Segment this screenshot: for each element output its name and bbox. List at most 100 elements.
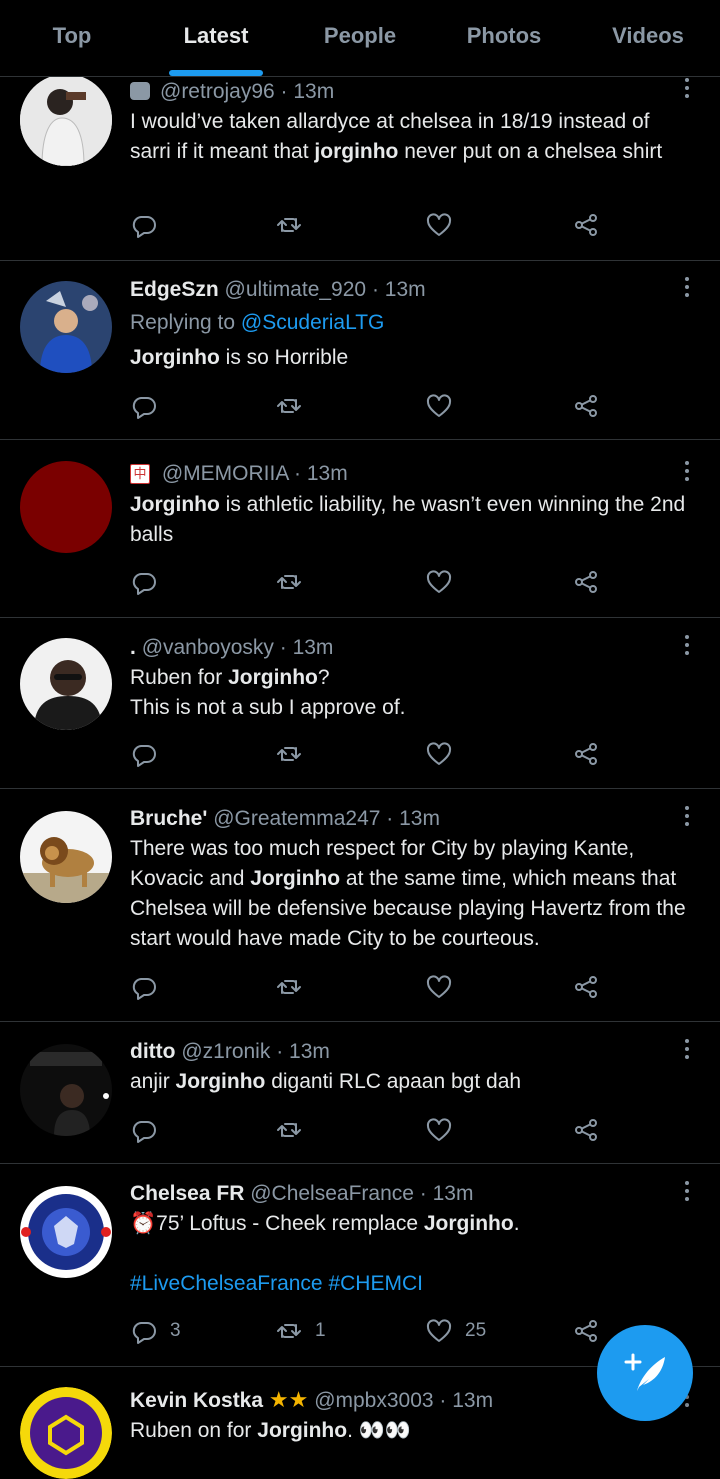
share-button[interactable] <box>572 739 600 769</box>
tweet-display-name[interactable]: Bruche' <box>130 807 207 830</box>
retweet-button[interactable] <box>275 210 303 240</box>
tweet-handle[interactable]: @retrojay96 <box>160 80 275 103</box>
avatar[interactable] <box>20 638 112 730</box>
star-icon: ★★ <box>268 1387 309 1412</box>
share-icon <box>575 743 597 765</box>
tweet[interactable]: Bruche' @Greatemma247 · 13m There was to… <box>0 789 720 1022</box>
like-button[interactable] <box>425 739 453 769</box>
heart-icon <box>426 570 452 593</box>
retweet-icon <box>277 218 301 232</box>
tweet[interactable]: @retrojay96 · 13m I would’ve taken allar… <box>0 60 720 261</box>
share-icon <box>575 395 597 417</box>
more-options-icon[interactable] <box>682 461 692 485</box>
reply-count: 3 <box>170 1320 181 1341</box>
more-options-icon[interactable] <box>682 806 692 830</box>
heart-icon <box>426 742 452 765</box>
retweet-button[interactable] <box>275 739 303 769</box>
tab-videos[interactable]: Videos <box>576 0 720 76</box>
more-options-icon[interactable] <box>682 277 692 301</box>
avatar[interactable] <box>20 461 112 553</box>
share-button[interactable] <box>572 567 600 597</box>
active-tab-indicator <box>169 70 263 76</box>
tweet-text: There was too much respect for City by p… <box>130 837 686 950</box>
tab-latest-label: Latest <box>183 23 249 48</box>
share-button[interactable] <box>572 1115 600 1145</box>
retweet-button[interactable] <box>275 567 303 597</box>
tweet-handle[interactable]: @mpbx3003 <box>314 1389 433 1412</box>
tweet-display-name[interactable]: Chelsea FR <box>130 1182 244 1205</box>
tweet-actions <box>130 210 610 240</box>
tweet-display-name[interactable]: EdgeSzn <box>130 278 219 301</box>
tweet-handle[interactable]: @vanboyosky <box>142 636 274 659</box>
retweet-icon <box>277 1123 301 1137</box>
reply-icon <box>132 1322 156 1344</box>
reply-button[interactable] <box>130 391 158 421</box>
like-button[interactable] <box>425 210 453 240</box>
tweet-time: · 13m <box>439 1389 494 1412</box>
more-options-icon[interactable] <box>682 635 692 659</box>
retweet-button[interactable] <box>275 972 303 1002</box>
tweet-handle[interactable]: @ultimate_920 <box>225 278 367 301</box>
eyes-icon: 👀👀 <box>358 1419 412 1442</box>
reply-button[interactable] <box>130 739 158 769</box>
like-count: 25 <box>465 1320 487 1341</box>
like-button[interactable] <box>425 567 453 597</box>
reply-button[interactable] <box>130 567 158 597</box>
reply-button[interactable] <box>130 972 158 1002</box>
tweet-handle[interactable]: @z1ronik <box>181 1040 270 1063</box>
tweet[interactable]: . @vanboyosky · 13m Ruben for Jorginho? … <box>0 618 720 789</box>
like-button[interactable]: 25 <box>425 1316 486 1346</box>
like-button[interactable] <box>425 1115 453 1145</box>
avatar[interactable] <box>20 74 112 166</box>
tweet-text: anjir Jorginho diganti RLC apaan bgt dah <box>130 1070 522 1093</box>
tweet-handle[interactable]: @ChelseaFrance <box>250 1182 414 1205</box>
tab-photos[interactable]: Photos <box>432 0 576 76</box>
tweet-header: Bruche' @Greatemma247 · 13m <box>130 804 692 834</box>
tweet-header: ditto @z1ronik · 13m <box>130 1037 692 1067</box>
heart-icon <box>426 1118 452 1141</box>
tab-people[interactable]: People <box>288 0 432 76</box>
tweet[interactable]: EdgeSzn @ultimate_920 · 13m Replying to … <box>0 261 720 440</box>
avatar[interactable] <box>20 1387 112 1479</box>
more-options-icon[interactable] <box>682 1181 692 1205</box>
more-options-icon[interactable] <box>682 78 692 102</box>
reply-icon <box>132 978 156 1000</box>
avatar[interactable] <box>20 811 112 903</box>
reply-button[interactable]: 3 <box>130 1316 181 1346</box>
more-options-icon[interactable] <box>682 1039 692 1063</box>
retweet-button[interactable] <box>275 391 303 421</box>
like-button[interactable] <box>425 972 453 1002</box>
reply-button[interactable] <box>130 210 158 240</box>
tweet-time: · 13m <box>386 807 440 830</box>
tweet-display-name[interactable]: . <box>130 636 136 659</box>
share-button[interactable] <box>572 391 600 421</box>
avatar[interactable] <box>20 1186 112 1278</box>
tweet-handle[interactable]: @MEMORIIA <box>162 462 288 485</box>
reply-icon <box>132 216 156 238</box>
share-button[interactable] <box>572 1316 600 1346</box>
tweet-header: @retrojay96 · 13m <box>130 77 692 107</box>
avatar[interactable] <box>20 1044 112 1136</box>
avatar[interactable] <box>20 281 112 373</box>
retweet-button[interactable] <box>275 1115 303 1145</box>
tweet[interactable]: ditto @z1ronik · 13m anjir Jorginho diga… <box>0 1022 720 1164</box>
retweet-button[interactable]: 1 <box>275 1316 326 1346</box>
tweet-hashtags[interactable]: #LiveChelseaFrance #CHEMCI <box>130 1269 692 1299</box>
reply-button[interactable] <box>130 1115 158 1145</box>
tweet[interactable]: 中 @MEMORIIA · 13m Jorginho is athletic l… <box>0 440 720 618</box>
tweet-display-name[interactable]: ditto <box>130 1040 175 1063</box>
tweet-display-name[interactable]: Kevin Kostka <box>130 1389 263 1412</box>
tweet-handle[interactable]: @Greatemma247 <box>213 807 380 830</box>
share-button[interactable] <box>572 210 600 240</box>
reply-to-link[interactable]: @ScuderiaLTG <box>241 311 384 334</box>
tab-latest[interactable]: Latest <box>144 0 288 76</box>
tweet-text-line2: This is not a sub I approve of. <box>130 696 406 719</box>
reply-icon <box>132 1121 156 1143</box>
heart-icon <box>426 975 452 998</box>
tweet-time: · 13m <box>279 636 334 659</box>
like-button[interactable] <box>425 391 453 421</box>
compose-tweet-button[interactable] <box>597 1325 693 1421</box>
tab-top[interactable]: Top <box>0 0 144 76</box>
tweet-time: · 13m <box>294 462 348 485</box>
share-button[interactable] <box>572 972 600 1002</box>
